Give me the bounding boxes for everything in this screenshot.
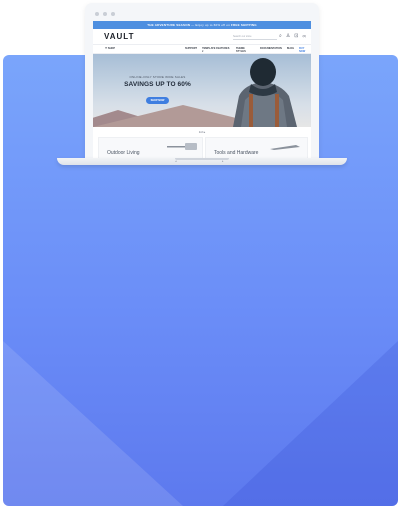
- shop-now-button[interactable]: SHOP NOW: [145, 97, 170, 104]
- nav-item-theme-styles[interactable]: THEME STYLES: [236, 47, 255, 53]
- hero-hiker-image: [233, 58, 297, 127]
- cart-count: (0): [302, 34, 307, 38]
- nav-item-buy-now[interactable]: BUY NOW: [299, 47, 311, 53]
- nav-item-documentation[interactable]: DOCUMENTATION: [260, 47, 282, 53]
- nav-item-blog[interactable]: BLOG: [287, 47, 294, 53]
- carousel-indicator[interactable]: 1/2 ▸: [93, 127, 311, 137]
- category-row: Outdoor Living Tools and Hardware: [93, 137, 311, 160]
- category-label: Outdoor Living: [107, 150, 140, 156]
- window-dots: [95, 12, 115, 16]
- announcement-middle: — Enjoy up to 60% off on: [191, 23, 230, 27]
- category-card-tools[interactable]: Tools and Hardware: [205, 137, 308, 160]
- main-nav: ☰ SHOP SUPPORT TEMPLATE FEATURES ▾ THEME…: [93, 45, 311, 54]
- decorative-facet-left: [3, 341, 183, 506]
- window-dot-icon: [103, 12, 107, 16]
- announcement-lead: THE ADVENTURE SEASON: [147, 23, 191, 27]
- hero-copy: ONLINE-ONLY STORE WIDE SALES SAVINGS UP …: [121, 75, 194, 106]
- cart-icon[interactable]: ⊡: [294, 33, 298, 39]
- window-dot-icon: [111, 12, 115, 16]
- announcement-bar: THE ADVENTURE SEASON — Enjoy up to 60% o…: [93, 21, 311, 29]
- nav-item-support[interactable]: SUPPORT: [185, 47, 197, 53]
- search-input[interactable]: Search our store: [233, 34, 277, 40]
- base-mark-icon: ◂: [175, 159, 177, 163]
- hero-eyebrow: ONLINE-ONLY STORE WIDE SALES: [129, 75, 186, 79]
- grill-tool-icon: [167, 143, 197, 150]
- laptop-base: ◂ ▸: [57, 158, 347, 165]
- nav-item-template-features[interactable]: TEMPLATE FEATURES ▾: [202, 47, 231, 53]
- store-screen: THE ADVENTURE SEASON — Enjoy up to 60% o…: [93, 21, 311, 160]
- header-icons: ⌕ ♙ ⊡ (0): [279, 33, 306, 39]
- hero-title: SAVINGS UP TO 60%: [124, 81, 191, 88]
- window-dot-icon: [95, 12, 99, 16]
- tool-icon: [270, 145, 300, 150]
- store-logo[interactable]: VAULT: [104, 32, 134, 41]
- hero-banner: ONLINE-ONLY STORE WIDE SALES SAVINGS UP …: [93, 54, 311, 127]
- store-header: VAULT Search our store ⌕ ♙ ⊡ (0): [93, 29, 311, 45]
- nav-shop-button[interactable]: ☰ SHOP: [105, 47, 115, 50]
- decorative-facet-right: [223, 341, 398, 506]
- laptop-notch: [175, 158, 229, 160]
- category-card-outdoor[interactable]: Outdoor Living: [98, 137, 203, 160]
- category-label: Tools and Hardware: [214, 150, 259, 156]
- laptop-mockup: THE ADVENTURE SEASON — Enjoy up to 60% o…: [85, 3, 319, 160]
- nav-items: SUPPORT TEMPLATE FEATURES ▾ THEME STYLES…: [185, 47, 311, 53]
- account-icon[interactable]: ♙: [286, 33, 290, 39]
- search-icon[interactable]: ⌕: [279, 33, 282, 39]
- announcement-highlight[interactable]: FREE SHIPPING: [231, 23, 257, 27]
- base-mark-icon: ▸: [222, 159, 224, 163]
